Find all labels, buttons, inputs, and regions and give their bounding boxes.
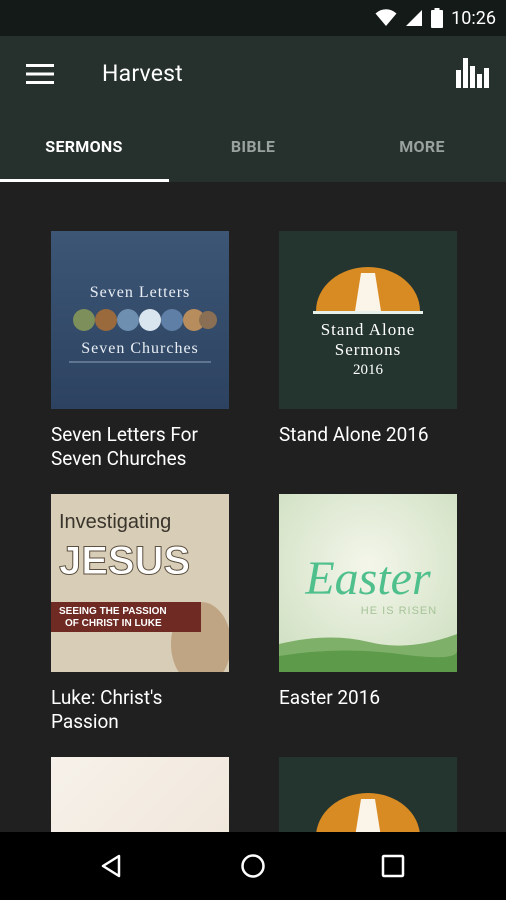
tab-bible[interactable]: BIBLE [169, 112, 337, 182]
svg-text:Stand Alone: Stand Alone [321, 320, 416, 339]
tab-sermons[interactable]: SERMONS [0, 112, 168, 182]
wifi-icon [375, 9, 397, 26]
recents-square-icon [381, 854, 405, 878]
battery-icon [431, 8, 444, 28]
bar-chart-icon[interactable] [456, 58, 490, 88]
hamburger-menu-icon[interactable] [26, 64, 54, 84]
series-title: Easter 2016 [279, 686, 381, 709]
svg-text:Seven Churches: Seven Churches [81, 340, 199, 357]
app-bar: Harvest [0, 36, 506, 112]
series-cover-luke: Investigating JESUS SEEING THE PASSION O… [51, 494, 229, 672]
svg-text:HE IS RISEN: HE IS RISEN [361, 605, 437, 617]
status-time: 10:26 [451, 7, 496, 29]
svg-text:Investigating: Investigating [59, 511, 171, 533]
series-title: Stand Alone 2016 [279, 423, 429, 446]
series-title: Seven Letters For Seven Churches [51, 423, 198, 470]
system-nav-bar [0, 832, 506, 900]
svg-text:Seven Letters: Seven Letters [90, 284, 191, 301]
cell-signal-icon [406, 10, 423, 26]
status-bar: 10:26 [0, 0, 506, 36]
series-cover-easter: Easter HE IS RISEN [279, 494, 457, 672]
svg-text:Sermons: Sermons [335, 340, 402, 359]
svg-text:SEEING THE PASSION: SEEING THE PASSION [59, 606, 167, 617]
home-circle-icon [241, 854, 265, 878]
app-title: Harvest [102, 60, 183, 87]
back-triangle-icon [101, 854, 121, 878]
series-title: Luke: Christ's Passion [51, 686, 163, 733]
sermon-series-grid: Seven Letters Seven Churches Seven Lette… [0, 182, 506, 832]
svg-text:OF CHRIST IN LUKE: OF CHRIST IN LUKE [65, 618, 162, 629]
tab-bar: SERMONS BIBLE MORE [0, 112, 506, 182]
series-cover-partial-left [51, 757, 229, 832]
series-cover-seven-letters: Seven Letters Seven Churches [51, 231, 229, 409]
series-cover-partial-right [279, 757, 457, 832]
nav-home-button[interactable] [233, 846, 273, 886]
series-cover-stand-alone: Stand Alone Sermons 2016 [279, 231, 457, 409]
nav-back-button[interactable] [92, 846, 132, 886]
tab-more[interactable]: MORE [338, 112, 506, 182]
nav-recents-button[interactable] [373, 846, 413, 886]
svg-text:Easter: Easter [304, 552, 431, 605]
svg-text:2016: 2016 [353, 362, 384, 378]
svg-text:JESUS: JESUS [59, 539, 190, 583]
